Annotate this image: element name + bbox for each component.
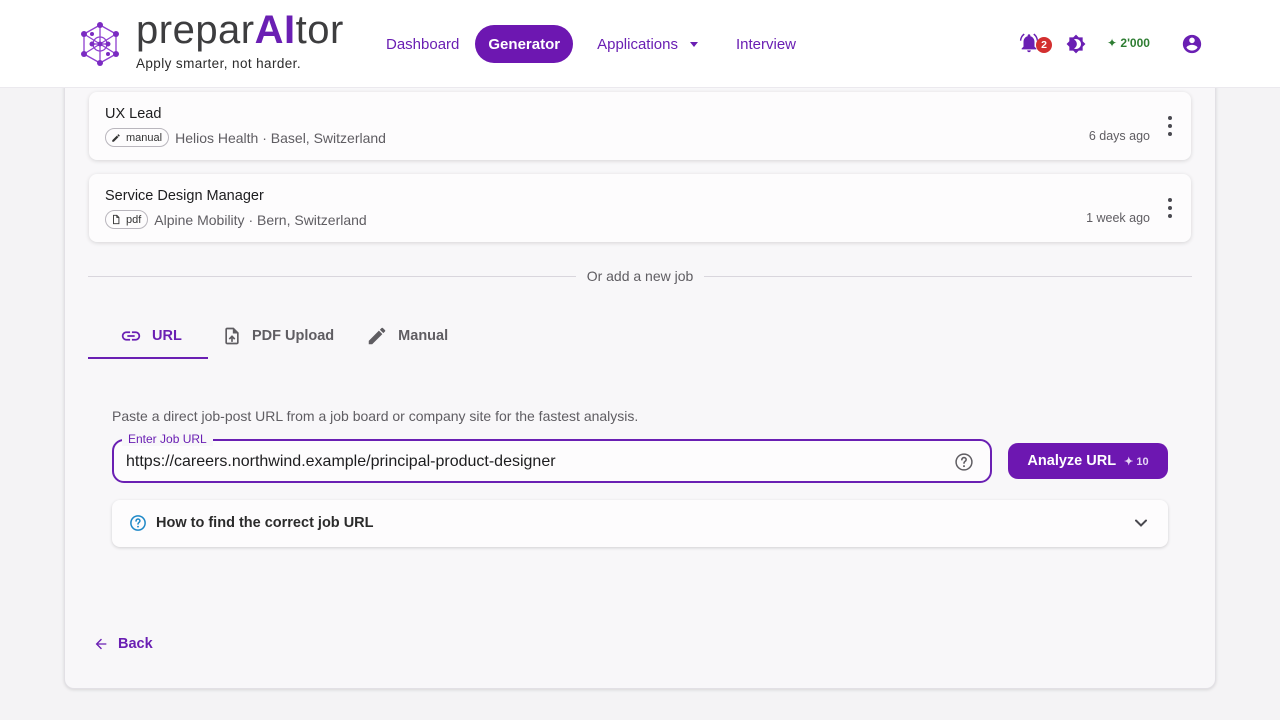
back-label: Back [118,636,153,652]
brand-ai: AI [254,8,296,52]
job-card[interactable]: Service Design Manager pdf Alpine Mobili… [89,174,1191,242]
notifications-button[interactable]: 2 [1018,32,1054,56]
tab-pdf-upload[interactable]: PDF Upload [208,312,352,359]
notification-count-badge: 2 [1036,37,1052,53]
job-title: Service Design Manager [105,188,264,204]
chevron-down-icon [1135,519,1147,527]
nav-generator-label: Generator [488,35,561,53]
job-card[interactable]: UX Lead manual Helios Health · Basel, Sw… [89,92,1191,160]
nav-dashboard[interactable]: Dashboard [372,25,473,63]
analyze-url-button[interactable]: Analyze URL ✦ 10 [1008,443,1168,479]
credits-balance[interactable]: ✦ 2'000 [1107,36,1150,50]
job-url-input[interactable] [126,451,926,473]
job-time: 1 week ago [1086,211,1150,225]
help-circle-icon [130,515,146,531]
nav-applications-label: Applications [597,35,678,53]
nav-interview-label: Interview [735,35,797,53]
top-app-bar: preparAItor Apply smarter, not harder. D… [0,0,1280,88]
tab-manual[interactable]: Manual [352,312,466,359]
source-chip: pdf [105,210,149,229]
job-url-help-accordion[interactable]: How to find the correct job URL [112,500,1168,547]
job-title: UX Lead [105,106,162,122]
caret-down-icon [689,41,698,47]
brand-prefix: prepar [136,8,255,52]
job-url-label: Enter Job URL [122,432,213,446]
account-icon[interactable] [1181,33,1203,55]
logo-text: preparAItor Apply smarter, not harder. [136,10,344,71]
divider-line [704,276,1192,277]
file-upload-icon [225,327,239,344]
source-chip-label: pdf [126,213,142,226]
nav-interview[interactable]: Interview [722,25,810,63]
tab-pdf-upload-label: PDF Upload [252,327,335,344]
nav-generator[interactable]: Generator [475,25,574,63]
nav-dashboard-label: Dashboard [386,35,460,53]
job-company-location: Helios Health · Basel, Switzerland [175,129,386,146]
file-icon [113,214,120,225]
source-chip: manual [105,128,170,147]
nav-applications[interactable]: Applications [583,25,712,63]
analyze-url-label: Analyze URL [1027,453,1117,469]
tab-manual-label: Manual [398,327,449,344]
brand-suffix: tor [295,8,344,52]
back-button[interactable]: Back [93,634,153,654]
help-circle-icon[interactable] [954,452,974,472]
logo-network-icon [81,22,119,66]
more-options-icon[interactable] [1167,116,1173,136]
main-nav: Dashboard Generator Applications Intervi… [372,25,812,63]
link-icon [121,330,141,341]
tab-url-label: URL [152,327,182,344]
analyze-cost: ✦ 10 [1124,455,1149,468]
job-meta: pdf Alpine Mobility · Bern, Switzerland [105,210,367,229]
job-time: 6 days ago [1088,129,1150,143]
job-meta: manual Helios Health · Basel, Switzerlan… [105,128,386,147]
pencil-icon [112,133,120,142]
job-input-tabs: URL PDF Upload Manual [88,312,466,359]
url-hint-text: Paste a direct job-post URL from a job b… [112,408,639,424]
job-company-location: Alpine Mobility · Bern, Switzerland [154,211,367,228]
brand-name: preparAItor [136,10,344,50]
source-chip-label: manual [126,131,163,144]
arrow-left-icon [95,638,107,650]
tab-url[interactable]: URL [88,312,208,359]
theme-toggle-icon[interactable] [1066,34,1086,54]
more-options-icon[interactable] [1167,198,1173,218]
add-job-divider: Or add a new job [88,266,1192,286]
accordion-label: How to find the correct job URL [156,515,374,531]
pencil-icon [368,327,386,344]
app-logo[interactable]: preparAItor Apply smarter, not harder. [78,10,344,76]
job-url-field[interactable]: Enter Job URL [112,432,992,483]
tagline: Apply smarter, not harder. [136,56,301,71]
